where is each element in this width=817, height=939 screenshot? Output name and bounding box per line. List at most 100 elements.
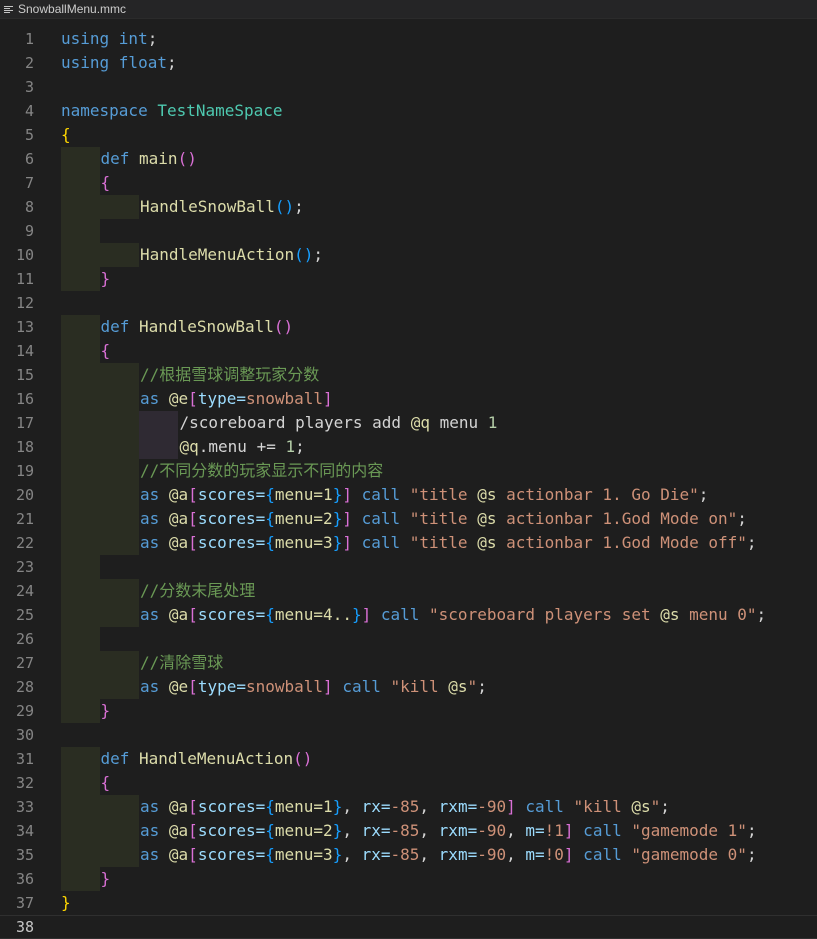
code-token: rx= (361, 821, 391, 840)
code-text: //根据雪球调整玩家分数 (140, 363, 319, 387)
code-line[interactable]: 16 as @e[type=snowball] (0, 387, 817, 411)
code-line[interactable]: 38 (0, 915, 817, 939)
code-line[interactable]: 1 using int; (0, 27, 817, 51)
code-line[interactable]: 32 { (0, 771, 817, 795)
code-token: menu=3 (274, 845, 333, 864)
code-line[interactable]: 8 HandleSnowBall(); (0, 195, 817, 219)
code-line[interactable]: 13 def HandleSnowBall() (0, 315, 817, 339)
code-line[interactable]: 4 namespace TestNameSpace (0, 99, 817, 123)
code-line[interactable]: 14 { (0, 339, 817, 363)
code-line[interactable]: 10 HandleMenuAction(); (0, 243, 817, 267)
indent-guide (61, 603, 100, 627)
code-line[interactable]: 28 as @e[type=snowball] call "kill @s"; (0, 675, 817, 699)
code-line[interactable]: 11} (0, 267, 817, 291)
code-line[interactable]: 3 (0, 75, 817, 99)
indent-guide (100, 243, 139, 267)
code-text: } (101, 267, 111, 291)
code-line[interactable]: 22 as @a[scores={menu=3}] call "title @s … (0, 531, 817, 555)
code-token: [ (188, 797, 198, 816)
code-text: def HandleSnowBall() (101, 315, 294, 339)
indent-guide (61, 411, 100, 435)
code-text: using float; (61, 51, 177, 75)
code-token: as (140, 821, 169, 840)
code-token: } (100, 269, 111, 288)
code-token: namespace (61, 101, 158, 120)
line-number: 12 (15, 294, 34, 312)
code-line[interactable]: 2 using float; (0, 51, 817, 75)
code-line[interactable]: 36} (0, 867, 817, 891)
code-line[interactable]: 27 //清除雪球 (0, 651, 817, 675)
line-number: 22 (15, 534, 34, 552)
code-token: "title (409, 509, 478, 528)
code-token: HandleMenuAction (140, 245, 295, 264)
code-text: as @a[scores={menu=4..}] call "scoreboar… (140, 603, 766, 627)
code-line[interactable]: 33 as @a[scores={menu=1}, rx=-85, rxm=-90… (0, 795, 817, 819)
code-token: () (294, 245, 314, 264)
code-line[interactable]: 35 as @a[scores={menu=3}, rx=-85, rxm=-90… (0, 843, 817, 867)
code-text: using int; (61, 27, 157, 51)
code-token: as (140, 533, 169, 552)
code-token: ] (563, 821, 574, 840)
indent-guide (61, 435, 100, 459)
code-line[interactable]: 19 //不同分数的玩家显示不同的内容 (0, 459, 817, 483)
code-line[interactable]: 34 as @a[scores={menu=2}, rx=-85, rxm=-90… (0, 819, 817, 843)
indent-guide (100, 195, 139, 219)
indent-guide (61, 459, 100, 483)
code-token: scores= (197, 797, 266, 816)
code-line[interactable]: 15 //根据雪球调整玩家分数 (0, 363, 817, 387)
code-text: HandleSnowBall(); (140, 195, 304, 219)
code-token: " (467, 677, 478, 696)
code-token: } (332, 845, 343, 864)
code-token: } (351, 605, 362, 624)
code-token: ; (147, 29, 158, 48)
code-line[interactable]: 23 (0, 555, 817, 579)
code-token: @q (410, 413, 430, 432)
code-line[interactable]: 26 (0, 627, 817, 651)
code-line[interactable]: 21 as @a[scores={menu=2}] call "title @s … (0, 507, 817, 531)
code-token: } (100, 701, 111, 720)
code-line[interactable]: 30 (0, 723, 817, 747)
code-token: [ (188, 605, 198, 624)
code-token: } (332, 485, 343, 504)
code-line[interactable]: 17/scoreboard players add @q menu 1 (0, 411, 817, 435)
code-token: snowball (245, 677, 324, 696)
indent-guide (100, 363, 139, 387)
code-token: as (140, 389, 169, 408)
file-lines-icon (4, 5, 13, 14)
line-number: 4 (24, 102, 34, 120)
code-text: { (101, 771, 111, 795)
indent-guide (100, 819, 139, 843)
code-token: { (265, 485, 275, 504)
code-text: as @e[type=snowball] (140, 387, 333, 411)
code-token: @s (477, 533, 497, 552)
line-number: 32 (15, 774, 34, 792)
code-token: } (332, 509, 343, 528)
editor-tab[interactable]: SnowballMenu.mmc (0, 0, 817, 19)
code-line[interactable]: 25 as @a[scores={menu=4..}] call "scorebo… (0, 603, 817, 627)
code-line[interactable]: 9 (0, 219, 817, 243)
code-token: 1 (285, 437, 296, 456)
code-line[interactable]: 18 @q.menu += 1; (0, 435, 817, 459)
code-token: HandleSnowBall (140, 197, 275, 216)
code-token: "gamemode 0" (631, 845, 747, 864)
line-number: 17 (15, 414, 34, 432)
indent-guide (61, 219, 100, 243)
code-token: as (140, 509, 169, 528)
code-token: { (61, 125, 71, 144)
code-editor[interactable]: 1 using int; 2 using float; 3 4 namespace Test… (0, 19, 817, 939)
code-line[interactable]: 29} (0, 699, 817, 723)
code-token: ; (166, 53, 177, 72)
code-token: @a (168, 845, 189, 864)
code-line[interactable]: 7{ (0, 171, 817, 195)
code-line[interactable]: 24 //分数末尾处理 (0, 579, 817, 603)
code-text: { (101, 171, 111, 195)
code-line[interactable]: 6 def main() (0, 147, 817, 171)
code-line[interactable]: 12 (0, 291, 817, 315)
code-line[interactable]: 5{ (0, 123, 817, 147)
code-line[interactable]: 31 def HandleMenuAction() (0, 747, 817, 771)
code-token: call (332, 677, 391, 696)
code-token: -90 (477, 797, 507, 816)
line-number: 11 (15, 270, 34, 288)
code-line[interactable]: 37} (0, 891, 817, 915)
code-line[interactable]: 20 as @a[scores={menu=1}] call "title @s … (0, 483, 817, 507)
